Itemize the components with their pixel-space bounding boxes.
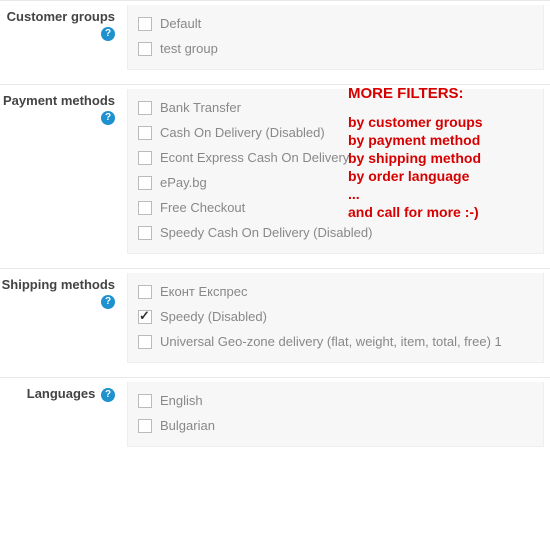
checkbox-icon[interactable] bbox=[138, 226, 152, 240]
annotation-line: and call for more :-) bbox=[348, 203, 479, 222]
label-shipping-methods: Shipping methods ? bbox=[0, 269, 121, 377]
checkbox-label: test group bbox=[160, 41, 218, 56]
checkbox-label: Free Checkout bbox=[160, 200, 245, 215]
help-icon[interactable]: ? bbox=[101, 111, 115, 125]
checkbox-row[interactable]: Default bbox=[138, 11, 533, 36]
checkbox-label: Bulgarian bbox=[160, 418, 215, 433]
label-customer-groups: Customer groups ? bbox=[0, 1, 121, 84]
checkbox-row[interactable]: Speedy Cash On Delivery (Disabled) bbox=[138, 220, 533, 245]
label-text: Payment methods bbox=[3, 93, 115, 108]
label-text: Shipping methods bbox=[2, 277, 115, 292]
label-text: Customer groups bbox=[7, 9, 115, 24]
annotation-line: by order language bbox=[348, 167, 469, 186]
label-payment-methods: Payment methods ? bbox=[0, 85, 121, 268]
options-customer-groups: Default test group bbox=[127, 5, 544, 70]
annotation-line: by shipping method bbox=[348, 149, 481, 168]
options-languages: English Bulgarian bbox=[127, 382, 544, 447]
label-text: Languages bbox=[27, 386, 96, 401]
options-shipping-methods: Еконт Експрес Speedy (Disabled) Universa… bbox=[127, 273, 544, 363]
checkbox-label: ePay.bg bbox=[160, 175, 207, 190]
section-shipping-methods: Shipping methods ? Еконт Експрес Speedy … bbox=[0, 268, 550, 377]
checkbox-row[interactable]: Bulgarian bbox=[138, 413, 533, 438]
checkbox-label: Econt Express Cash On Delivery bbox=[160, 150, 349, 165]
checkbox-row[interactable]: Speedy (Disabled) bbox=[138, 304, 533, 329]
checkbox-label: Cash On Delivery (Disabled) bbox=[160, 125, 325, 140]
checkbox-icon[interactable] bbox=[138, 176, 152, 190]
help-icon[interactable]: ? bbox=[101, 295, 115, 309]
checkbox-icon[interactable] bbox=[138, 285, 152, 299]
checkbox-row[interactable]: Universal Geo-zone delivery (flat, weigh… bbox=[138, 329, 533, 354]
checkbox-label: Speedy (Disabled) bbox=[160, 309, 267, 324]
checkbox-icon[interactable] bbox=[138, 201, 152, 215]
checkbox-row[interactable]: English bbox=[138, 388, 533, 413]
section-customer-groups: Customer groups ? Default test group bbox=[0, 0, 550, 84]
checkbox-row[interactable]: ePay.bg bbox=[138, 170, 533, 195]
checkbox-icon[interactable] bbox=[138, 126, 152, 140]
checkbox-label: Еконт Експрес bbox=[160, 284, 247, 299]
checkbox-icon[interactable] bbox=[138, 310, 152, 324]
label-languages: Languages ? bbox=[0, 378, 121, 461]
checkbox-label: Bank Transfer bbox=[160, 100, 241, 115]
checkbox-icon[interactable] bbox=[138, 394, 152, 408]
annotation-line: ... bbox=[348, 185, 360, 204]
checkbox-label: Universal Geo-zone delivery (flat, weigh… bbox=[160, 334, 502, 349]
checkbox-icon[interactable] bbox=[138, 335, 152, 349]
checkbox-label: English bbox=[160, 393, 203, 408]
checkbox-row[interactable]: test group bbox=[138, 36, 533, 61]
annotation-title: MORE FILTERS: bbox=[348, 84, 464, 104]
annotation-line: by payment method bbox=[348, 131, 480, 150]
section-languages: Languages ? English Bulgarian bbox=[0, 377, 550, 461]
checkbox-label: Default bbox=[160, 16, 201, 31]
checkbox-icon[interactable] bbox=[138, 419, 152, 433]
checkbox-label: Speedy Cash On Delivery (Disabled) bbox=[160, 225, 372, 240]
help-icon[interactable]: ? bbox=[101, 27, 115, 41]
help-icon[interactable]: ? bbox=[101, 388, 115, 402]
checkbox-icon[interactable] bbox=[138, 42, 152, 56]
checkbox-icon[interactable] bbox=[138, 17, 152, 31]
checkbox-icon[interactable] bbox=[138, 151, 152, 165]
checkbox-icon[interactable] bbox=[138, 101, 152, 115]
annotation-line: by customer groups bbox=[348, 113, 483, 132]
checkbox-row[interactable]: Еконт Експрес bbox=[138, 279, 533, 304]
